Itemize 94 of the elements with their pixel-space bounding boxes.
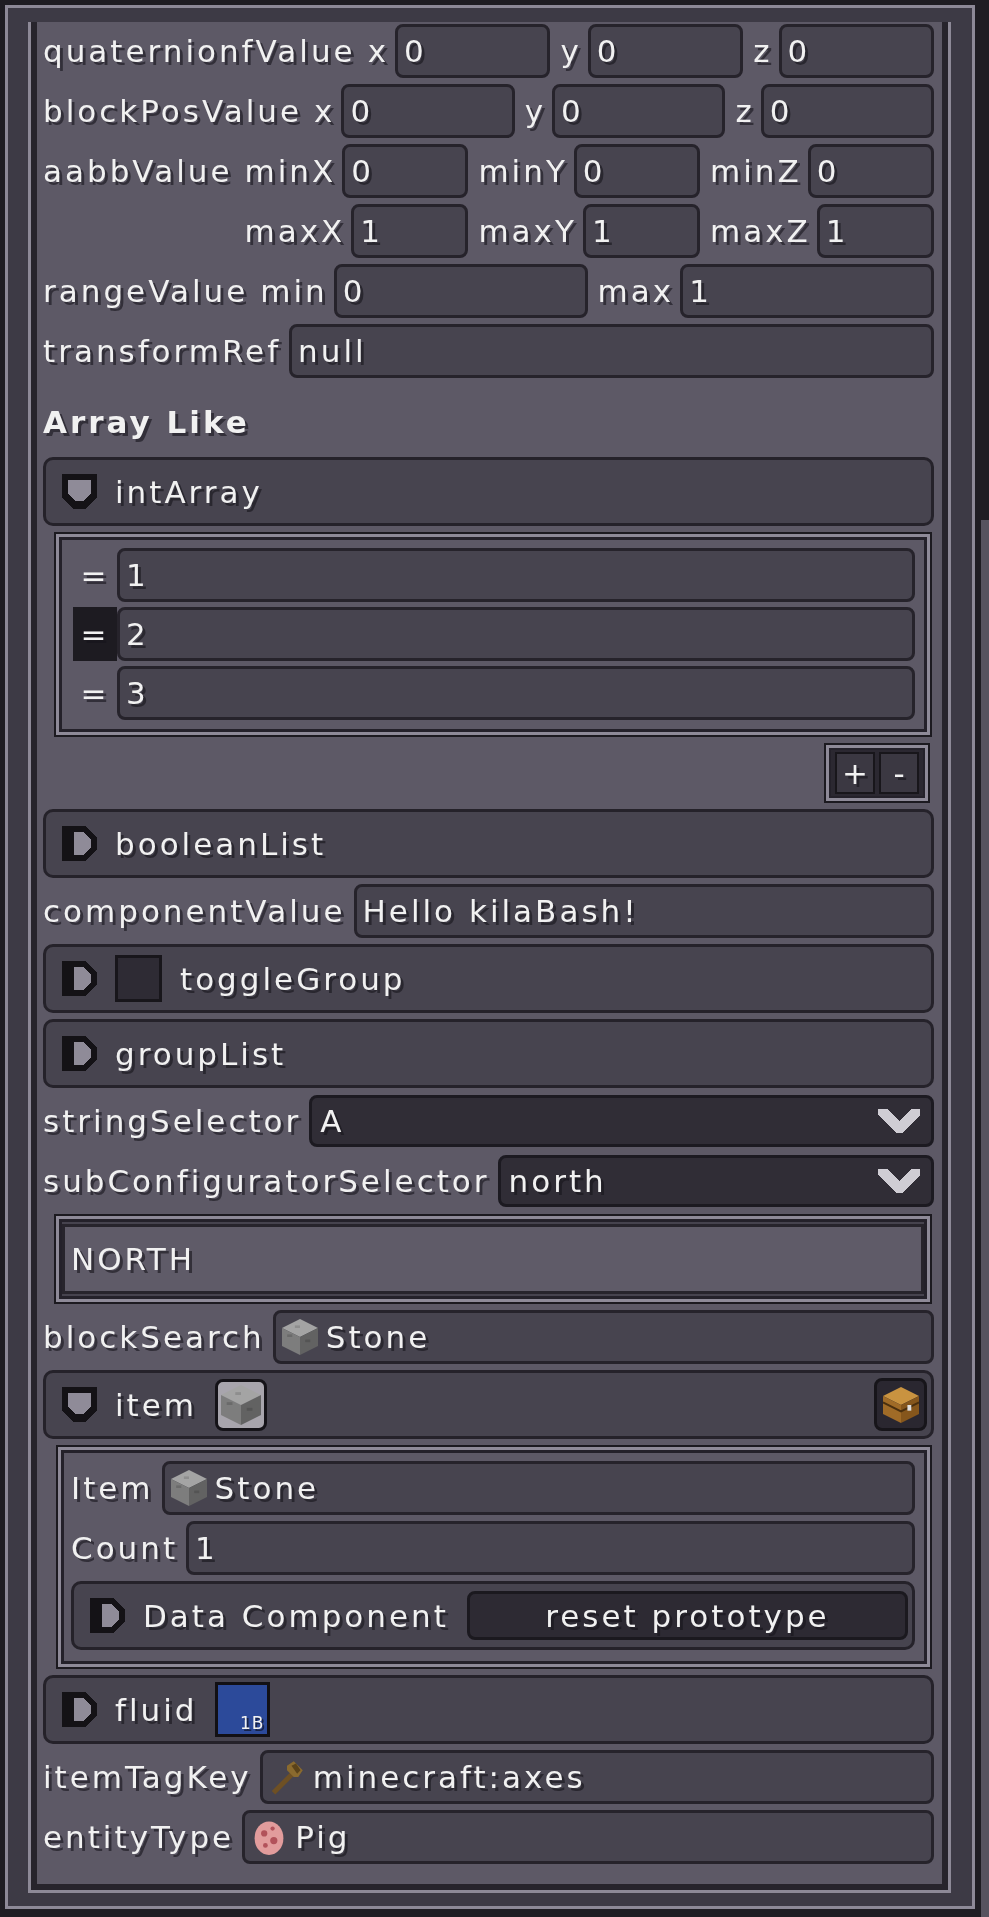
field-label: stringSelector bbox=[43, 1102, 302, 1141]
number-field[interactable]: 0 bbox=[333, 264, 588, 318]
caret-right-icon[interactable] bbox=[62, 826, 97, 861]
drag-handle[interactable]: = bbox=[73, 607, 117, 661]
number-field[interactable]: 0 bbox=[395, 24, 551, 78]
field-label: rangeValue bbox=[43, 272, 249, 311]
number-field[interactable]: 3 bbox=[117, 666, 915, 720]
caret-down-icon[interactable] bbox=[62, 1387, 97, 1422]
field-label: transformRef bbox=[43, 332, 282, 371]
axis-label: minZ bbox=[710, 153, 802, 189]
section-title: groupList bbox=[115, 1035, 287, 1072]
section-title: toggleGroup bbox=[180, 960, 406, 997]
axis-label: max bbox=[597, 273, 675, 309]
caret-right-icon[interactable] bbox=[90, 1598, 125, 1633]
axis-label: x bbox=[367, 33, 390, 69]
section-title: intArray bbox=[115, 473, 263, 510]
axis-label: y bbox=[524, 93, 547, 129]
field-label: blockSearch bbox=[43, 1318, 265, 1357]
axis-label: maxY bbox=[478, 213, 577, 249]
field-label: subConfiguratorSelector bbox=[43, 1162, 490, 1201]
search-field[interactable]: minecraft:axes bbox=[259, 1750, 934, 1804]
field-label: itemTagKey bbox=[43, 1758, 252, 1797]
reset-button[interactable]: reset prototype bbox=[466, 1591, 908, 1640]
number-field[interactable]: 0 bbox=[778, 24, 934, 78]
stone-block-icon bbox=[170, 1470, 207, 1506]
axis-label: maxZ bbox=[710, 213, 811, 249]
section-header[interactable]: booleanList bbox=[43, 809, 934, 878]
number-field[interactable]: 1 bbox=[351, 204, 469, 258]
field-label: entityType bbox=[43, 1818, 235, 1857]
text-field[interactable]: 1 bbox=[186, 1521, 915, 1575]
number-field[interactable]: 0 bbox=[573, 144, 701, 198]
text-field[interactable]: null bbox=[289, 324, 934, 378]
field-label: aabbValue bbox=[43, 152, 233, 191]
axis-label: minX bbox=[244, 153, 337, 189]
section-title: booleanList bbox=[115, 825, 327, 862]
chest-button[interactable] bbox=[874, 1378, 927, 1431]
axis-label: x bbox=[314, 93, 336, 129]
number-field[interactable]: 0 bbox=[760, 84, 934, 138]
checkbox[interactable] bbox=[115, 955, 162, 1002]
scrollbar-thumb[interactable] bbox=[981, 520, 989, 1917]
section-header[interactable]: intArray bbox=[43, 457, 934, 526]
section-header[interactable]: fluid 1B bbox=[43, 1675, 934, 1744]
chevron-down-icon bbox=[877, 1169, 921, 1193]
section-header[interactable]: toggleGroup bbox=[43, 944, 934, 1013]
stone-block-icon bbox=[281, 1319, 318, 1355]
fluid-slot[interactable]: 1B bbox=[215, 1682, 271, 1737]
section-title: Data Component bbox=[143, 1597, 449, 1634]
section-header[interactable]: Data Component reset prototype bbox=[71, 1581, 915, 1650]
caret-down-icon[interactable] bbox=[62, 474, 97, 509]
caret-right-icon[interactable] bbox=[62, 1036, 97, 1071]
text-field[interactable]: NORTH bbox=[62, 1224, 924, 1294]
axis-label: minY bbox=[478, 153, 568, 189]
stone-block-icon bbox=[221, 1384, 262, 1425]
number-field[interactable]: 0 bbox=[552, 84, 726, 138]
section-header[interactable]: item bbox=[43, 1370, 934, 1439]
drag-handle[interactable]: = bbox=[73, 548, 117, 602]
section-heading: Array Like bbox=[43, 404, 250, 440]
field-label: Count bbox=[71, 1529, 179, 1568]
field-label: componentValue bbox=[43, 892, 346, 931]
number-field[interactable]: 1 bbox=[816, 204, 934, 258]
number-field[interactable]: 0 bbox=[342, 144, 469, 198]
section-title: item bbox=[115, 1386, 198, 1423]
axis-label: z bbox=[735, 93, 755, 129]
number-field[interactable]: 1 bbox=[582, 204, 701, 258]
field-label: Item bbox=[71, 1469, 154, 1508]
text-field[interactable]: Hello kilaBash! bbox=[353, 884, 934, 938]
axis-label: min bbox=[260, 273, 328, 309]
caret-right-icon[interactable] bbox=[62, 1692, 97, 1727]
field-label: quaternionfValue bbox=[43, 32, 356, 71]
section-header[interactable]: groupList bbox=[43, 1019, 934, 1088]
add-button[interactable]: + bbox=[835, 752, 875, 794]
dropdown[interactable]: north bbox=[497, 1155, 934, 1207]
axis-label: y bbox=[560, 33, 582, 69]
search-field[interactable]: Stone bbox=[272, 1310, 934, 1364]
field-label: blockPosValue bbox=[43, 92, 303, 131]
chevron-down-icon bbox=[877, 1109, 921, 1133]
axis-label: z bbox=[753, 33, 773, 69]
section-title: fluid bbox=[115, 1691, 198, 1728]
search-field[interactable]: Pig bbox=[242, 1810, 934, 1864]
remove-button[interactable]: - bbox=[879, 752, 919, 794]
chest-icon bbox=[882, 1386, 919, 1423]
number-field[interactable]: 0 bbox=[587, 24, 744, 78]
axis-label: maxX bbox=[244, 213, 346, 249]
number-field[interactable]: 1 bbox=[680, 264, 934, 318]
item-slot[interactable] bbox=[215, 1378, 268, 1431]
fluid-amount: 1B bbox=[240, 1713, 265, 1733]
number-field[interactable]: 0 bbox=[807, 144, 934, 198]
number-field[interactable]: 1 bbox=[117, 548, 915, 602]
number-field[interactable]: 2 bbox=[117, 607, 915, 661]
search-field[interactable]: Stone bbox=[161, 1461, 915, 1515]
caret-right-icon[interactable] bbox=[62, 961, 97, 996]
dropdown[interactable]: A bbox=[309, 1095, 934, 1147]
drag-handle[interactable]: = bbox=[73, 666, 117, 720]
number-field[interactable]: 0 bbox=[341, 84, 515, 138]
